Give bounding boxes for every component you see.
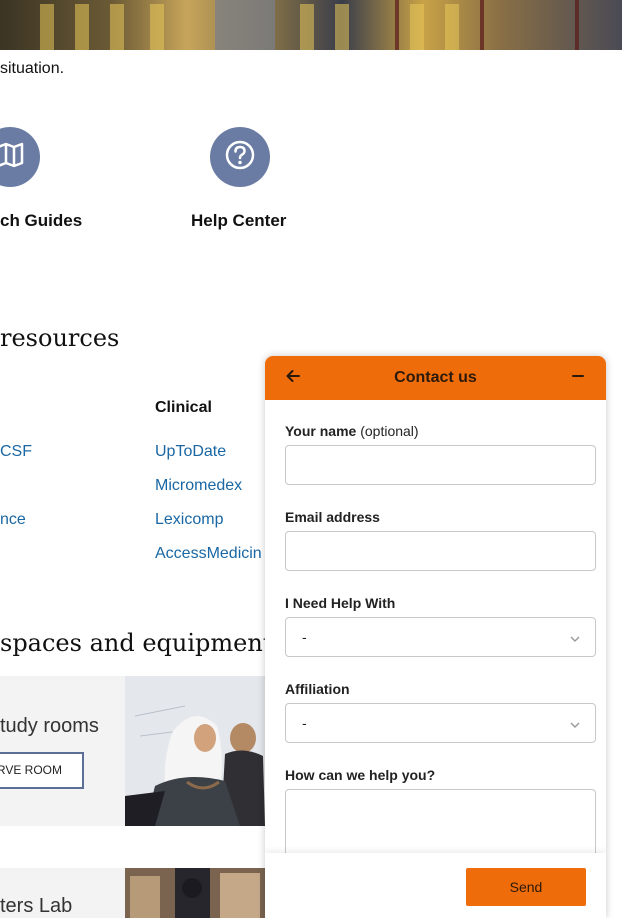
affiliation-label: Affiliation	[285, 681, 350, 697]
makers-lab-photo	[125, 868, 265, 918]
send-button[interactable]: Send	[466, 868, 586, 906]
study-rooms-card	[0, 676, 125, 826]
minimize-icon	[571, 369, 585, 388]
hero-window	[40, 4, 54, 50]
hero-window	[335, 4, 349, 50]
contact-widget-header: Contact us	[265, 356, 606, 400]
hero-window	[410, 4, 424, 50]
resources-heading: resources	[0, 324, 120, 352]
hero-image	[0, 0, 622, 50]
uptodate-link[interactable]: UpToDate	[155, 443, 226, 461]
clinical-heading: Clinical	[155, 399, 212, 416]
back-button[interactable]	[283, 368, 303, 388]
reserve-room-button[interactable]: RVE ROOM	[0, 752, 84, 789]
optional-hint: (optional)	[360, 423, 419, 439]
research-guides-link[interactable]	[0, 127, 40, 187]
map-icon	[0, 140, 25, 175]
name-field-label: Your name (optional)	[285, 423, 419, 439]
arrow-left-icon	[285, 368, 301, 389]
help-with-label: I Need Help With	[285, 595, 396, 611]
resource-link[interactable]: CSF	[0, 443, 32, 461]
help-with-select[interactable]: -	[285, 617, 596, 657]
hero-frame	[480, 0, 484, 50]
affiliation-select[interactable]: -	[285, 703, 596, 743]
lexicomp-link[interactable]: Lexicomp	[155, 511, 223, 529]
help-center-link[interactable]	[210, 127, 270, 187]
resource-link[interactable]: nce	[0, 511, 26, 529]
research-guides-label[interactable]: ch Guides	[0, 211, 82, 231]
help-with-value: -	[302, 629, 307, 645]
email-field-label: Email address	[285, 509, 380, 525]
message-label: How can we help you?	[285, 767, 436, 783]
help-center-label[interactable]: Help Center	[191, 211, 286, 231]
study-rooms-title: tudy rooms	[0, 715, 99, 737]
spaces-heading: spaces and equipment	[0, 629, 273, 657]
makers-lab-title: ters Lab	[0, 895, 73, 917]
hero-frame	[395, 0, 399, 50]
hero-window	[110, 4, 124, 50]
question-circle-icon	[224, 139, 256, 176]
accessmedicine-link[interactable]: AccessMedicin	[155, 545, 262, 563]
chevron-down-icon	[569, 632, 581, 648]
hero-window	[150, 4, 164, 50]
chevron-down-icon	[569, 718, 581, 734]
micromedex-link[interactable]: Micromedex	[155, 477, 242, 495]
intro-text: situation.	[0, 60, 65, 77]
name-input[interactable]	[285, 445, 596, 485]
contact-widget-title: Contact us	[394, 369, 477, 386]
hero-window	[445, 4, 459, 50]
hero-frame	[575, 0, 579, 50]
hero-window	[75, 4, 89, 50]
contact-widget: Contact us Your name (optional) Email ad…	[265, 356, 606, 918]
hero-pillar	[215, 0, 275, 50]
study-rooms-photo	[125, 676, 265, 826]
hero-window	[300, 4, 314, 50]
email-input[interactable]	[285, 531, 596, 571]
name-label-text: Your name	[285, 423, 357, 439]
contact-widget-footer: Send	[265, 853, 606, 918]
minimize-button[interactable]	[568, 368, 588, 388]
affiliation-value: -	[302, 715, 307, 731]
